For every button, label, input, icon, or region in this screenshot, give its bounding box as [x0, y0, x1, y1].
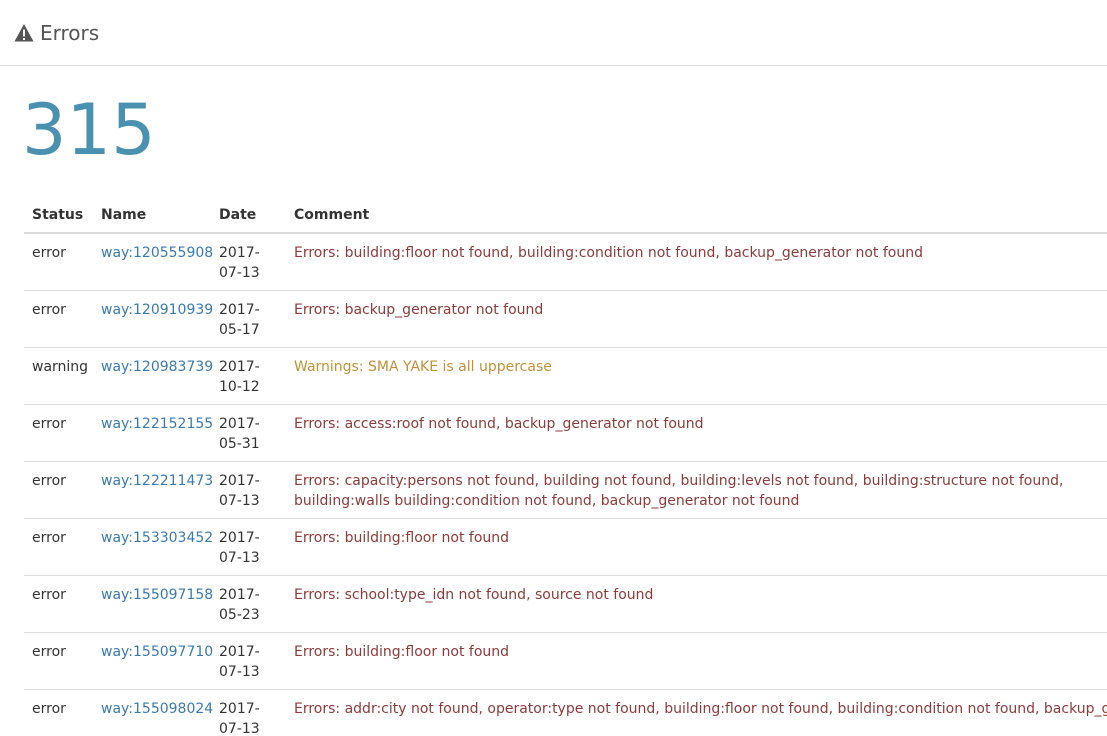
way-link[interactable]: way:120910939: [101, 302, 213, 318]
error-count: 315: [22, 89, 156, 171]
name-cell: way:122211473: [93, 461, 213, 519]
table-row: warning way:120983739 2017-10-12 Warnings: …: [24, 347, 1107, 405]
comment-cell: Errors: capacity:persons not found, buil…: [286, 461, 1107, 519]
table-row: error way:122211473 2017-07-13 Errors: capa…: [24, 461, 1107, 519]
name-cell: way:155097710: [93, 632, 213, 690]
comment-cell: Errors: backup_generator not found: [286, 290, 1107, 348]
page-title: Errors: [40, 20, 100, 45]
table-row: error way:120910939 2017-05-17 Errors: back…: [24, 290, 1107, 348]
errors-table: Status Name Date Comment error way:120555…: [24, 200, 1107, 736]
date-cell: 2017-07-13: [211, 518, 286, 576]
status-cell: error: [24, 689, 93, 736]
table-header-row: Status Name Date Comment: [24, 200, 1107, 234]
date-cell: 2017-05-17: [211, 290, 286, 348]
status-cell: error: [24, 461, 93, 519]
table-row: error way:122152155 2017-05-31 Errors: acce…: [24, 404, 1107, 462]
status-cell: error: [32, 245, 66, 261]
column-header-comment: Comment: [286, 200, 1107, 234]
status-cell: error: [24, 632, 93, 690]
date-cell: 2017-07-13: [211, 689, 286, 736]
date-cell: 2017-07-13: [211, 632, 286, 690]
column-header-status: Status: [24, 200, 93, 234]
way-link[interactable]: way:122211473: [101, 473, 213, 489]
name-cell: way:122152155: [93, 404, 213, 462]
table-row: error way:155097710 2017-07-13 Errors: buil…: [24, 632, 1107, 690]
name-cell: way:153303452: [93, 518, 213, 576]
comment-cell: Errors: building:floor not found, buildi…: [294, 245, 924, 261]
comment-cell: Errors: addr:city not found, operator:ty…: [286, 689, 1107, 736]
name-cell: way:155097158: [93, 575, 213, 633]
status-cell: error: [24, 290, 93, 348]
status-cell: error: [24, 404, 93, 462]
way-link[interactable]: way:122152155: [101, 416, 213, 432]
page-header: Errors: [0, 0, 1107, 66]
column-header-date: Date: [211, 200, 286, 234]
table-row: error way:120555908 2017-07-13 Errors: buil…: [24, 233, 1107, 291]
date-cell: 2017-05-31: [211, 404, 286, 462]
table-row: error way:155097158 2017-05-23 Errors: scho…: [24, 575, 1107, 633]
name-cell: way:120555908: [93, 233, 213, 291]
date-cell: 2017-07-13: [211, 461, 286, 519]
way-link[interactable]: way:120983739: [101, 359, 213, 375]
way-link[interactable]: way:155097710: [101, 644, 213, 660]
comment-cell: Errors: school:type_idn not found, sourc…: [286, 575, 1107, 633]
name-cell: way:155098024: [93, 689, 213, 736]
status-cell: error: [24, 518, 93, 576]
date-cell: 2017-10-12: [211, 347, 286, 405]
way-link[interactable]: way:155097158: [101, 587, 213, 603]
comment-cell: Errors: building:floor not found: [286, 518, 1107, 576]
table-row: error way:155098024 2017-07-13 Errors: addr…: [24, 689, 1107, 736]
comment-cell: Errors: building:floor not found: [286, 632, 1107, 690]
name-cell: way:120910939: [93, 290, 213, 348]
date-cell: 2017-07-13: [219, 245, 260, 281]
status-cell: error: [24, 575, 93, 633]
column-header-name: Name: [93, 200, 211, 234]
way-link[interactable]: way:153303452: [101, 530, 213, 546]
way-link[interactable]: way:120555908: [101, 245, 213, 261]
way-link[interactable]: way:155098024: [101, 701, 213, 717]
date-cell: 2017-05-23: [211, 575, 286, 633]
warning-triangle-icon: [14, 23, 34, 41]
status-cell: warning: [24, 347, 93, 405]
name-cell: way:120983739: [93, 347, 213, 405]
comment-cell: Errors: access:roof not found, backup_ge…: [286, 404, 1107, 462]
comment-cell: Warnings: SMA YAKE is all uppercase: [286, 347, 1107, 405]
table-row: error way:153303452 2017-07-13 Errors: buil…: [24, 518, 1107, 576]
